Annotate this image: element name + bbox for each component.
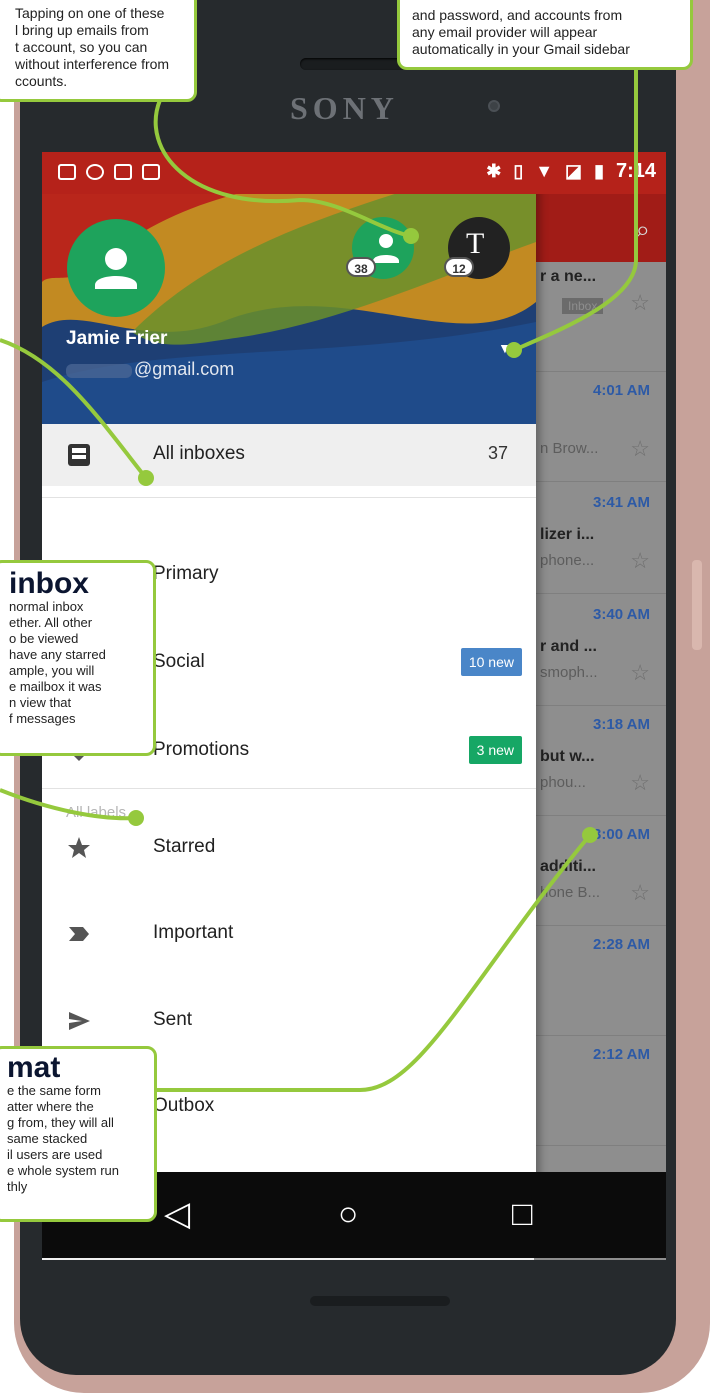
callout-text-line: ccounts. xyxy=(15,73,68,89)
callout-text-line: l bring up emails from xyxy=(15,22,149,38)
callout-text-line: normal inbox xyxy=(9,599,84,614)
callout-text-line: thly xyxy=(7,1179,28,1194)
callout-text-line: and password, and accounts from xyxy=(412,7,623,23)
callout-unified-inbox: inbox normal inbox ether. All other o be v… xyxy=(0,560,156,756)
callout-text-line: Tapping on one of these xyxy=(15,5,165,21)
callout-text-line: e the same form xyxy=(7,1083,101,1098)
callout-text-line: g from, they will all xyxy=(7,1115,114,1130)
callout-text-line: e whole system run xyxy=(7,1163,119,1178)
leader-dot xyxy=(506,342,522,358)
leader-line-sidebar xyxy=(513,70,638,352)
callout-text-line: same stacked xyxy=(7,1131,88,1146)
callout-text-line: automatically in your Gmail sidebar xyxy=(412,41,630,57)
tutorial-page: { "callouts": { "top_left": { "lines": [… xyxy=(0,0,714,1393)
leader-dot xyxy=(138,470,154,486)
callout-text-line: have any starred xyxy=(9,647,106,662)
callout-title: inbox xyxy=(9,567,89,600)
callout-text-line: t account, so you can xyxy=(15,39,148,55)
callout-text-line: ample, you will xyxy=(9,663,95,678)
callout-text-line: n view that xyxy=(9,695,72,710)
callout-text-line: o be viewed xyxy=(9,631,79,646)
callout-title: mat xyxy=(7,1051,61,1084)
leader-dot xyxy=(128,810,144,826)
leader-line-starred xyxy=(0,788,137,821)
callout-text-line: f messages xyxy=(9,711,76,726)
leader-dot xyxy=(403,228,419,244)
leader-line-thread-format xyxy=(150,833,592,1092)
leader-line-all-inboxes xyxy=(0,338,148,480)
callout-text-line: il users are used xyxy=(7,1147,103,1162)
callout-account-switch: Tapping on one of these l bring up emails… xyxy=(0,0,197,102)
callout-text-line: e mailbox it was xyxy=(9,679,102,694)
leader-dot xyxy=(582,827,598,843)
callout-text-line: without interference from xyxy=(15,56,170,72)
leader-line-accounts xyxy=(153,99,412,238)
callout-text-line: ether. All other xyxy=(9,615,93,630)
callout-sidebar-accounts: and password, and accounts from any email… xyxy=(397,0,693,70)
callout-text-line: atter where the xyxy=(7,1099,94,1114)
callout-thread-format: mat e the same form atter where the g from… xyxy=(0,1046,157,1222)
callout-text-line: any email provider will appear xyxy=(412,24,598,40)
